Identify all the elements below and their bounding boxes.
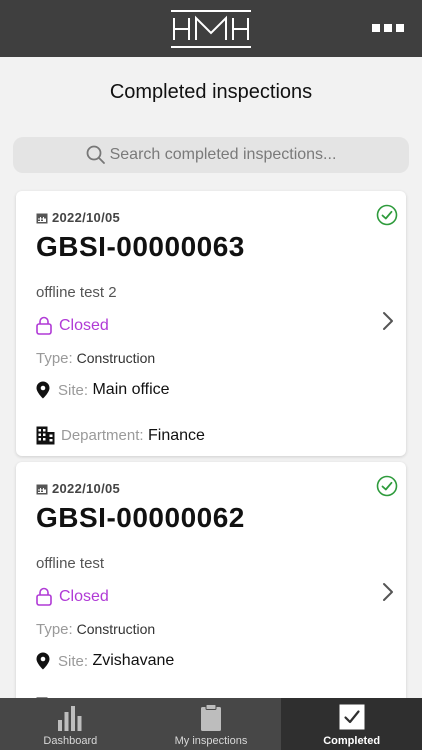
inspection-date: 2022/10/05	[36, 481, 120, 496]
search-placeholder: Search completed inspections...	[109, 146, 337, 163]
lock-icon	[36, 316, 52, 335]
inspection-description: offline test 2	[36, 284, 117, 301]
building-icon	[36, 426, 55, 445]
inspection-card[interactable]: 2022/10/05 GBSI-00000062 offline test Cl…	[16, 462, 406, 698]
map-pin-icon	[36, 381, 50, 399]
inspection-type: Type: Construction	[36, 621, 156, 638]
inspection-code: GBSI-00000063	[36, 231, 245, 262]
inspection-code: GBSI-00000062	[36, 502, 245, 533]
tab-my-inspections[interactable]: My inspections	[141, 698, 282, 750]
clipboard-icon	[200, 704, 222, 737]
completed-check-icon	[376, 204, 398, 231]
inspection-site: Site: Zvishavane	[36, 652, 174, 670]
tab-completed[interactable]: Completed	[281, 698, 422, 750]
status-badge: Closed	[36, 587, 109, 606]
inspection-date: 2022/10/05	[36, 210, 120, 225]
chevron-right-icon[interactable]	[382, 582, 394, 607]
checkbox-icon	[339, 704, 365, 735]
lock-icon	[36, 587, 52, 606]
inspection-card[interactable]: 2022/10/05 GBSI-00000063 offline test 2 …	[16, 191, 406, 456]
hmh-logo	[169, 9, 253, 49]
top-bar	[0, 0, 422, 57]
map-pin-icon	[36, 652, 50, 670]
bottom-tab-bar: Dashboard My inspections Completed	[0, 698, 422, 750]
page-title: Completed inspections	[109, 81, 313, 103]
tab-dashboard[interactable]: Dashboard	[0, 698, 141, 750]
calendar-icon	[36, 484, 48, 494]
inspection-department: Department: Finance	[36, 426, 205, 445]
inspection-type: Type: Construction	[36, 350, 156, 367]
calendar-icon	[36, 213, 48, 223]
more-icon[interactable]	[372, 24, 404, 34]
chevron-right-icon[interactable]	[382, 311, 394, 336]
search-input[interactable]: Search completed inspections...	[13, 137, 409, 173]
inspection-description: offline test	[36, 555, 105, 572]
search-icon	[86, 145, 105, 164]
inspection-site: Site: Main office	[36, 381, 170, 399]
completed-check-icon	[376, 475, 398, 502]
main-content: Completed inspections Search completed i…	[0, 57, 422, 698]
status-badge: Closed	[36, 316, 109, 335]
bar-chart-icon	[57, 704, 83, 737]
